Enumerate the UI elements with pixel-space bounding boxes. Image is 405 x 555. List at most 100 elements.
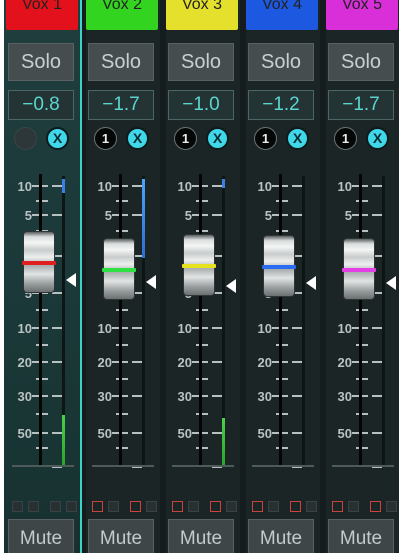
scale-minor-tick <box>276 413 288 415</box>
input-one-button[interactable]: 1 <box>334 127 357 150</box>
channel-strip: Vox 2Solo−1.71X1050510203050Mute <box>84 0 162 553</box>
channel-name-tab[interactable]: Vox 4 <box>246 0 318 30</box>
channel-strip: Vox 3Solo−1.01X1050510203050Mute <box>164 0 242 553</box>
red-indicator[interactable] <box>130 501 141 512</box>
solo-button[interactable]: Solo <box>88 43 154 81</box>
dim-indicator[interactable] <box>348 501 359 512</box>
scale-label: 10 <box>177 321 192 336</box>
solo-button[interactable]: Solo <box>8 43 74 81</box>
scale-right-tick <box>292 327 302 329</box>
red-indicator[interactable] <box>290 501 301 512</box>
input-empty-button[interactable] <box>14 127 37 150</box>
red-indicator[interactable] <box>252 501 263 512</box>
input-one-button[interactable]: 1 <box>94 127 117 150</box>
scale-minor-tick <box>276 344 288 346</box>
mute-button[interactable]: Mute <box>88 519 154 553</box>
fader-value-field[interactable]: −1.2 <box>248 90 314 120</box>
close-x-button[interactable]: X <box>46 127 69 150</box>
fader-value-field[interactable]: −1.7 <box>88 90 154 120</box>
fader-scale: 1050510203050 <box>88 179 142 468</box>
scale-minor-tick <box>116 447 128 449</box>
channel-name-tab[interactable]: Vox 3 <box>166 0 238 30</box>
red-indicator[interactable] <box>210 501 221 512</box>
scale-minor-tick <box>276 200 288 202</box>
scale-right-tick <box>372 185 382 187</box>
channel-name-tab[interactable]: Vox 2 <box>86 0 158 30</box>
dim-indicator[interactable] <box>188 501 199 512</box>
meter-peak <box>222 179 225 188</box>
scale-label: 10 <box>97 179 112 194</box>
mute-button[interactable]: Mute <box>328 519 394 553</box>
channel-name-tab[interactable]: Vox 1 <box>6 0 78 30</box>
fader-scale: 1050510203050 <box>8 179 62 468</box>
scale-minor-tick <box>36 378 48 380</box>
fader-knob[interactable] <box>342 238 376 300</box>
mute-button[interactable]: Mute <box>8 519 74 553</box>
fader-value-field[interactable]: −1.7 <box>328 90 394 120</box>
solo-button[interactable]: Solo <box>168 43 234 81</box>
scale-label: 50 <box>97 426 112 441</box>
close-x-button[interactable]: X <box>206 127 229 150</box>
scale-right-tick <box>292 361 302 363</box>
red-indicator[interactable] <box>332 501 343 512</box>
channel-name-tab[interactable]: Vox 5 <box>326 0 398 30</box>
fader-track <box>279 174 282 465</box>
mute-button[interactable]: Mute <box>248 519 314 553</box>
input-one-button[interactable]: 1 <box>254 127 277 150</box>
scale-right-tick <box>132 185 142 187</box>
scale-right-tick <box>52 292 62 294</box>
dim-indicator[interactable] <box>66 501 77 512</box>
scale-minor-tick <box>356 413 368 415</box>
close-x-button[interactable]: X <box>126 127 149 150</box>
dim-indicator[interactable] <box>386 501 397 512</box>
scale-right-tick <box>52 327 62 329</box>
fader-track <box>39 174 42 465</box>
scale-right-tick <box>52 361 62 363</box>
close-x-button[interactable]: X <box>286 127 309 150</box>
scale-label: 5 <box>104 208 112 223</box>
scale-right-tick <box>372 361 382 363</box>
fader-knob[interactable] <box>262 235 296 297</box>
fader-value-field[interactable]: −1.0 <box>168 90 234 120</box>
scale-minor-tick <box>276 230 288 232</box>
fader-knob[interactable] <box>22 231 56 293</box>
red-indicator[interactable] <box>92 501 103 512</box>
red-indicator[interactable] <box>172 501 183 512</box>
dim-indicator[interactable] <box>12 501 23 512</box>
dim-indicator[interactable] <box>146 501 157 512</box>
scale-minor-tick <box>196 230 208 232</box>
scale-label: 10 <box>97 321 112 336</box>
dim-indicator[interactable] <box>108 501 119 512</box>
dim-indicator[interactable] <box>306 501 317 512</box>
scale-minor-tick <box>196 447 208 449</box>
dim-indicator[interactable] <box>268 501 279 512</box>
fader-value-field[interactable]: −0.8 <box>8 90 74 120</box>
level-pointer-icon <box>146 275 156 289</box>
fader-knob[interactable] <box>182 234 216 296</box>
scale-label: 10 <box>257 179 272 194</box>
scale-label: 5 <box>24 208 32 223</box>
scale-minor-tick <box>276 378 288 380</box>
scale-minor-tick <box>356 344 368 346</box>
input-one-button[interactable]: 1 <box>174 127 197 150</box>
scale-right-tick <box>52 395 62 397</box>
scale-label: 30 <box>17 389 32 404</box>
scale-right-tick <box>292 395 302 397</box>
mute-button[interactable]: Mute <box>168 519 234 553</box>
fader-knob[interactable] <box>102 238 136 300</box>
dim-indicator[interactable] <box>226 501 237 512</box>
scale-label: 50 <box>257 426 272 441</box>
solo-button[interactable]: Solo <box>328 43 394 81</box>
fader-track <box>359 174 362 465</box>
dim-indicator[interactable] <box>50 501 61 512</box>
level-meter <box>382 176 385 466</box>
solo-button[interactable]: Solo <box>248 43 314 81</box>
red-indicator[interactable] <box>370 501 381 512</box>
level-meter <box>142 176 145 466</box>
meter-fill <box>142 179 145 258</box>
strip-divider <box>92 465 154 467</box>
scale-right-tick <box>52 185 62 187</box>
dim-indicator[interactable] <box>28 501 39 512</box>
close-x-button[interactable]: X <box>366 127 389 150</box>
scale-label: 20 <box>177 355 192 370</box>
